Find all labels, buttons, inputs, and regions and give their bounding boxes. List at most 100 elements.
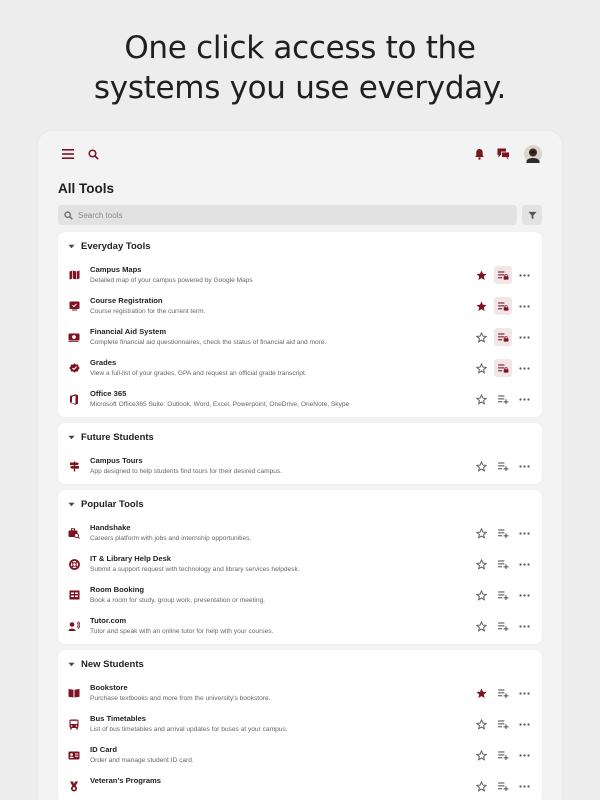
top-app-bar [38, 141, 562, 167]
user-avatar[interactable] [523, 144, 543, 164]
section-future-students: Future Students Campus Tours App designed … [58, 423, 542, 484]
add-to-list-icon[interactable] [494, 524, 512, 542]
menu-icon[interactable] [58, 144, 78, 164]
tool-name[interactable]: Office 365 [90, 389, 126, 398]
star-outline-icon[interactable] [472, 328, 490, 346]
star-outline-icon[interactable] [472, 746, 490, 764]
search-icon[interactable] [83, 144, 103, 164]
add-to-list-icon[interactable] [494, 390, 512, 408]
star-outline-icon[interactable] [472, 457, 490, 475]
more-options-icon[interactable] [515, 359, 533, 377]
add-to-list-icon[interactable] [494, 617, 512, 635]
room-icon [68, 589, 80, 601]
add-to-list-icon[interactable] [494, 777, 512, 795]
search-field-icon [64, 210, 73, 220]
tool-name[interactable]: Grades [90, 358, 116, 367]
star-filled-icon[interactable] [472, 266, 490, 284]
tool-name[interactable]: Tutor.com [90, 616, 126, 625]
tool-name[interactable]: IT & Library Help Desk [90, 554, 171, 563]
add-to-list-icon[interactable] [494, 586, 512, 604]
tool-description: List of bus timetables and arrival updat… [90, 726, 288, 733]
star-filled-icon[interactable] [472, 297, 490, 315]
tool-name[interactable]: Bookstore [90, 683, 128, 692]
tool-row-it-library-help-desk[interactable]: IT & Library Help Desk Submit a support r… [58, 549, 542, 580]
collapse-caret-icon[interactable] [68, 244, 75, 249]
star-outline-icon[interactable] [472, 524, 490, 542]
section-header[interactable]: Popular Tools [58, 490, 542, 518]
more-options-icon[interactable] [515, 524, 533, 542]
tool-row-office-365[interactable]: Office 365 Microsoft Office365 Suite: Out… [58, 384, 542, 415]
tool-row-course-registration[interactable]: Course Registration Course registration f… [58, 291, 542, 322]
collapse-caret-icon[interactable] [68, 435, 75, 440]
list-locked-icon[interactable] [494, 328, 512, 346]
more-options-icon[interactable] [515, 586, 533, 604]
tool-row-veteran-s-programs[interactable]: Veteran's Programs [58, 771, 542, 800]
tool-name[interactable]: Handshake [90, 523, 131, 532]
add-to-list-icon[interactable] [494, 555, 512, 573]
tool-row-tutor-com[interactable]: Tutor.com Tutor and speak with an online … [58, 611, 542, 642]
tool-row-bus-timetables[interactable]: Bus Timetables List of bus timetables and… [58, 709, 542, 740]
more-options-icon[interactable] [515, 555, 533, 573]
tool-description: App designed to help students find tours… [90, 468, 283, 475]
add-to-list-icon[interactable] [494, 457, 512, 475]
star-outline-icon[interactable] [472, 715, 490, 733]
collapse-caret-icon[interactable] [68, 662, 75, 667]
tool-row-bookstore[interactable]: Bookstore Purchase textbooks and more fro… [58, 678, 542, 709]
list-locked-icon[interactable] [494, 266, 512, 284]
section-header[interactable]: New Students [58, 650, 542, 678]
star-filled-icon[interactable] [472, 684, 490, 702]
search-input[interactable] [78, 210, 478, 220]
star-outline-icon[interactable] [472, 777, 490, 795]
star-outline-icon[interactable] [472, 617, 490, 635]
star-outline-icon[interactable] [472, 586, 490, 604]
add-to-list-icon[interactable] [494, 715, 512, 733]
tool-row-handshake[interactable]: Handshake Careers platform with jobs and … [58, 518, 542, 549]
tool-description: Book a room for study, group work, prese… [90, 597, 266, 604]
star-outline-icon[interactable] [472, 359, 490, 377]
more-options-icon[interactable] [515, 617, 533, 635]
tool-name[interactable]: Campus Tours [90, 456, 143, 465]
chat-icon[interactable] [493, 144, 513, 164]
section-title: New Students [81, 658, 144, 670]
filter-button[interactable] [522, 205, 542, 225]
tool-name[interactable]: Room Booking [90, 585, 144, 594]
add-to-list-icon[interactable] [494, 684, 512, 702]
section-header[interactable]: Future Students [58, 423, 542, 451]
tool-name[interactable]: Bus Timetables [90, 714, 146, 723]
more-options-icon[interactable] [515, 684, 533, 702]
headline-line-1: One click access to the [124, 30, 476, 66]
tool-name[interactable]: Course Registration [90, 296, 163, 305]
collapse-caret-icon[interactable] [68, 502, 75, 507]
more-options-icon[interactable] [515, 297, 533, 315]
tool-row-grades[interactable]: Grades View a full-list of your grades, G… [58, 353, 542, 384]
more-options-icon[interactable] [515, 390, 533, 408]
tool-sections: Everyday Tools Campus Maps Detailed map of… [58, 232, 542, 800]
more-options-icon[interactable] [515, 457, 533, 475]
star-outline-icon[interactable] [472, 555, 490, 573]
tool-row-room-booking[interactable]: Room Booking Book a room for study, group… [58, 580, 542, 611]
tool-name[interactable]: ID Card [90, 745, 117, 754]
more-options-icon[interactable] [515, 328, 533, 346]
tutor-icon [68, 620, 80, 632]
add-to-list-icon[interactable] [494, 746, 512, 764]
more-options-icon[interactable] [515, 715, 533, 733]
section-header[interactable]: Everyday Tools [58, 232, 542, 260]
more-options-icon[interactable] [515, 777, 533, 795]
tool-description: Course registration for the current term… [90, 308, 206, 315]
more-options-icon[interactable] [515, 266, 533, 284]
star-outline-icon[interactable] [472, 390, 490, 408]
list-locked-icon[interactable] [494, 359, 512, 377]
tool-name[interactable]: Financial Aid System [90, 327, 166, 336]
tool-row-financial-aid-system[interactable]: Financial Aid System Complete financial a… [58, 322, 542, 353]
search-bar[interactable] [58, 205, 517, 225]
more-options-icon[interactable] [515, 746, 533, 764]
tool-row-campus-tours[interactable]: Campus Tours App designed to help student… [58, 451, 542, 482]
tool-row-campus-maps[interactable]: Campus Maps Detailed map of your campus p… [58, 260, 542, 291]
tool-name[interactable]: Campus Maps [90, 265, 141, 274]
tool-name[interactable]: Veteran's Programs [90, 776, 161, 785]
tool-row-id-card[interactable]: ID Card Order and manage student ID card. [58, 740, 542, 771]
tool-description: Microsoft Office365 Suite: Outlook, Word… [90, 401, 350, 408]
bell-icon[interactable] [469, 144, 489, 164]
bus-icon [68, 718, 80, 730]
list-locked-icon[interactable] [494, 297, 512, 315]
